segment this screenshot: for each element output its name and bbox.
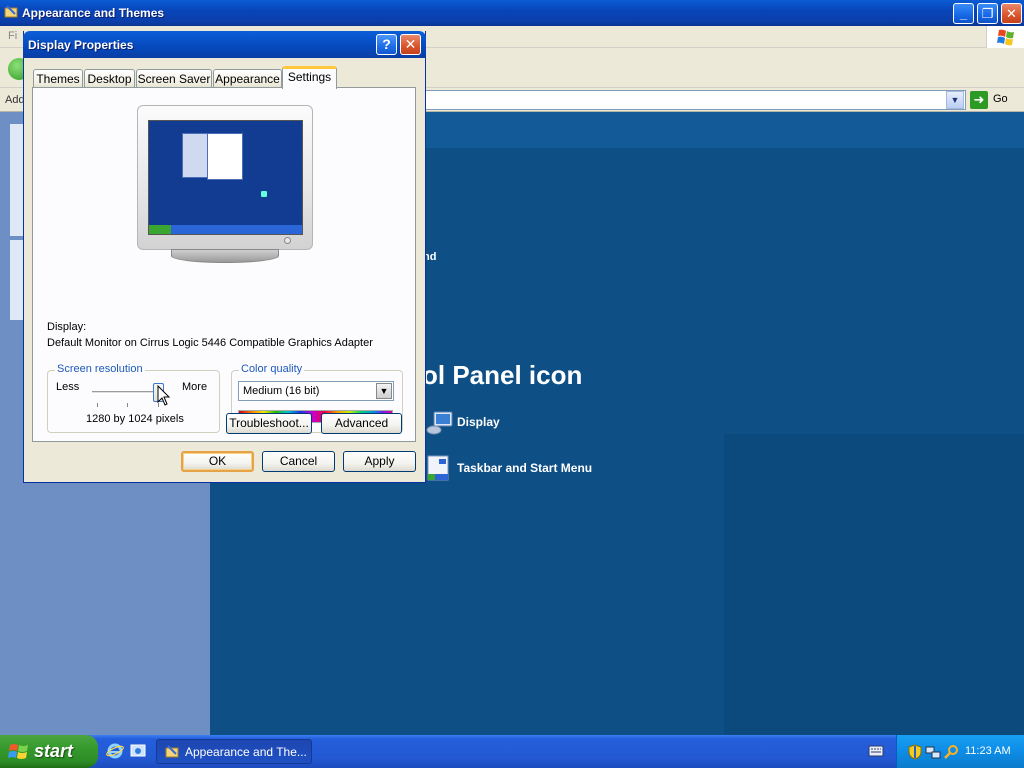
- dialog-title: Display Properties: [28, 38, 134, 52]
- watermark-graphic: [724, 434, 1024, 735]
- tab-settings[interactable]: Settings: [282, 66, 337, 89]
- go-button[interactable]: ➜ Go: [970, 91, 1020, 109]
- apply-button[interactable]: Apply: [343, 451, 416, 472]
- display-properties-dialog: Display Properties ? ✕ Themes Desktop Sc…: [23, 31, 426, 483]
- preview-start-button: [149, 225, 171, 234]
- taskbar-and-start-menu-link[interactable]: Taskbar and Start Menu: [457, 461, 592, 475]
- screen-resolution-legend: Screen resolution: [55, 363, 145, 375]
- search-icon[interactable]: [943, 744, 959, 760]
- settings-panel: Display: Default Monitor on Cirrus Logic…: [32, 87, 416, 442]
- monitor-preview: [137, 105, 315, 267]
- dialog-title-bar[interactable]: Display Properties ? ✕: [23, 31, 426, 58]
- display-label: Display:: [47, 321, 87, 333]
- tab-desktop[interactable]: Desktop: [84, 69, 135, 88]
- preview-window: [182, 133, 210, 178]
- color-quality-legend: Color quality: [239, 363, 305, 375]
- mouse-cursor-icon: [157, 385, 170, 406]
- security-shield-icon[interactable]: [907, 744, 923, 760]
- color-quality-value: Medium (16 bit): [243, 385, 320, 397]
- start-button[interactable]: start: [0, 735, 98, 768]
- address-label: Add: [5, 94, 25, 106]
- preview-taskbar: [149, 225, 302, 234]
- internet-explorer-icon[interactable]: [106, 742, 124, 760]
- folder-icon: [165, 745, 179, 758]
- menu-file-fragment[interactable]: Fi: [8, 30, 17, 42]
- advanced-button[interactable]: Advanced: [321, 413, 402, 434]
- preview-window: [207, 133, 243, 180]
- taskbar-item-appearance-and-themes[interactable]: Appearance and The...: [156, 739, 312, 764]
- windows-flag-icon: [8, 744, 28, 759]
- folder-icon: [4, 5, 18, 18]
- taskbar-item-label: Appearance and The...: [185, 745, 307, 759]
- chevron-down-icon[interactable]: ▼: [376, 383, 392, 399]
- background-title-bar[interactable]: Appearance and Themes _ ❐ ✕: [0, 0, 1024, 26]
- go-label: Go: [993, 93, 1008, 105]
- monitor-body: [137, 105, 313, 250]
- cancel-button[interactable]: Cancel: [262, 451, 335, 472]
- minimize-button[interactable]: _: [953, 3, 974, 24]
- restore-button[interactable]: ❐: [977, 3, 998, 24]
- preview-cursor: [261, 191, 267, 197]
- tab-themes[interactable]: Themes: [33, 69, 83, 88]
- slider-tick: [127, 403, 128, 407]
- tab-appearance[interactable]: Appearance: [213, 69, 282, 88]
- close-button[interactable]: ✕: [400, 34, 421, 55]
- display-adapter-value: Default Monitor on Cirrus Logic 5446 Com…: [47, 337, 373, 349]
- display-icon[interactable]: [426, 408, 454, 436]
- windows-logo: [986, 26, 1024, 48]
- less-label: Less: [56, 381, 80, 393]
- slider-tick: [97, 403, 98, 407]
- more-label: More: [182, 381, 208, 393]
- monitor-power-button: [284, 237, 291, 244]
- clock: 11:23 AM: [965, 745, 1011, 757]
- resolution-value: 1280 by 1024 pixels: [86, 413, 184, 425]
- help-button[interactable]: ?: [376, 34, 397, 55]
- ok-button[interactable]: OK: [181, 451, 254, 472]
- taskbar-icon[interactable]: [424, 454, 452, 482]
- go-arrow-icon: ➜: [970, 91, 988, 109]
- troubleshoot-button[interactable]: Troubleshoot...: [226, 413, 312, 434]
- taskbar: start Appearance and The... 11:23 AM: [0, 735, 1024, 768]
- pick-icon-heading: ol Panel icon: [422, 360, 583, 390]
- tab-screen-saver[interactable]: Screen Saver: [136, 69, 212, 88]
- display-link[interactable]: Display: [457, 415, 500, 429]
- system-tray: 11:23 AM: [896, 735, 1024, 768]
- keyboard-icon[interactable]: [868, 744, 884, 758]
- show-desktop-icon[interactable]: [129, 742, 147, 760]
- close-window-button[interactable]: ✕: [1001, 3, 1022, 24]
- background-window-title: Appearance and Themes: [22, 6, 165, 20]
- monitor-screen: [148, 120, 303, 235]
- color-quality-select[interactable]: Medium (16 bit) ▼: [238, 381, 394, 401]
- screen-resolution-group: Screen resolution Less More 1280 by 1024…: [47, 363, 220, 433]
- network-icon[interactable]: [925, 744, 941, 760]
- monitor-stand: [171, 249, 279, 263]
- windows-flag-icon: [997, 29, 1014, 46]
- address-dropdown-icon[interactable]: ▼: [946, 91, 964, 109]
- start-label: start: [34, 741, 74, 761]
